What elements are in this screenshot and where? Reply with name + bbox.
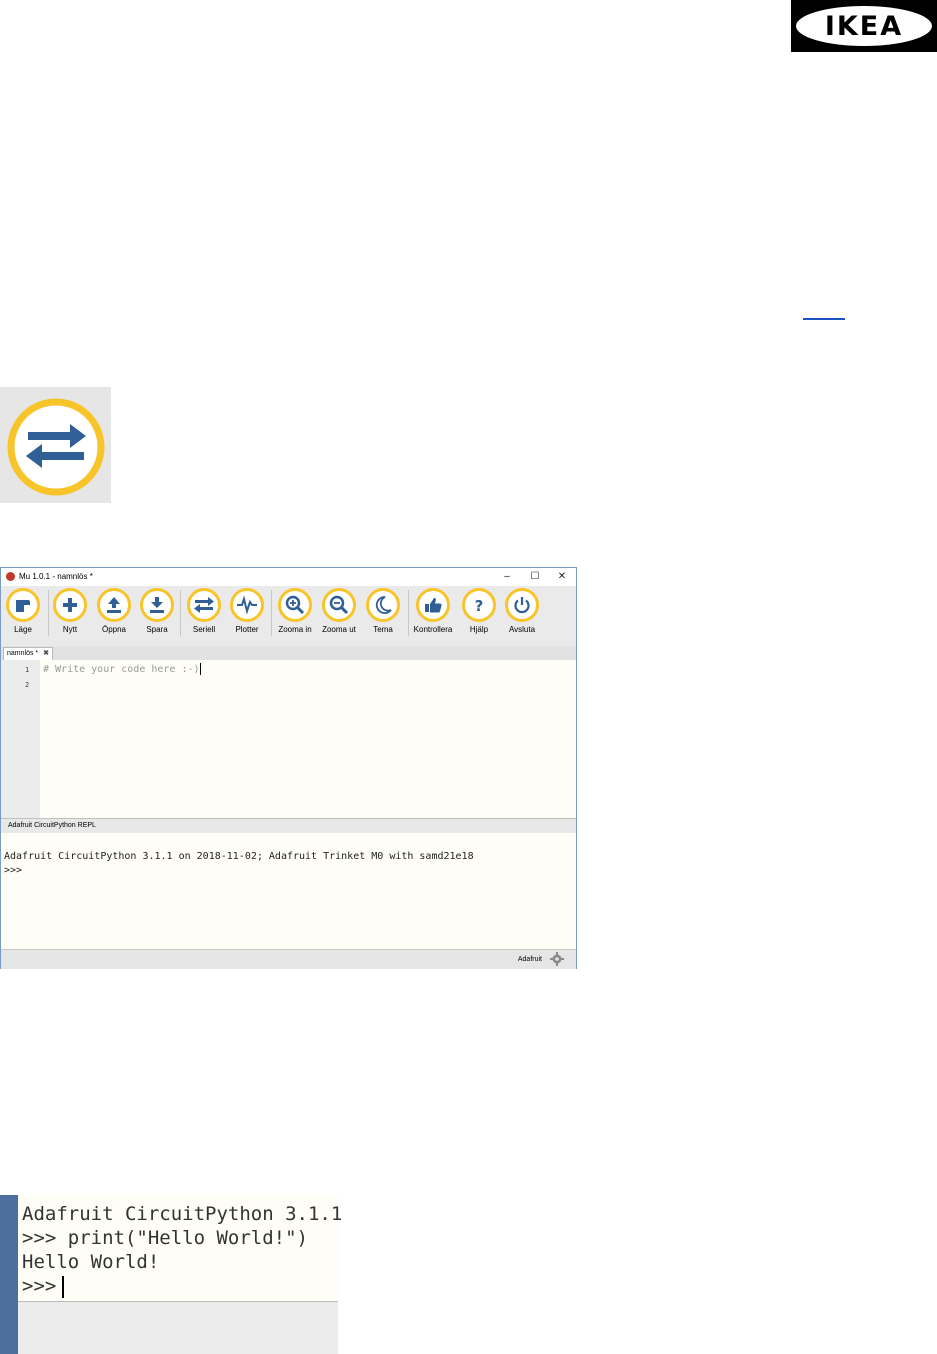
- serial-arrows-icon: [194, 597, 214, 613]
- toolbar-divider: [408, 590, 409, 636]
- download-icon: [150, 597, 164, 613]
- theme-button[interactable]: Tema: [361, 588, 405, 634]
- repl-prompt: >>>: [4, 865, 23, 876]
- code-text: # Write your code here :-): [43, 664, 200, 675]
- quit-label: Avsluta: [508, 625, 536, 634]
- mu-editor-window: Mu 1.0.1 - namnlös * – ☐ ✕ Läge Nytt Öpp…: [0, 567, 577, 969]
- open-button[interactable]: Öppna: [92, 588, 136, 634]
- new-label: Nytt: [62, 625, 78, 634]
- theme-label: Tema: [373, 625, 393, 634]
- line-number: 1: [25, 666, 30, 674]
- mode-icon: [16, 600, 30, 612]
- status-bar: Adafruit: [1, 949, 576, 969]
- plotter-button[interactable]: Plotter: [225, 588, 269, 634]
- gear-icon[interactable]: [550, 952, 564, 966]
- help-label: Hjälp: [469, 625, 489, 634]
- repl-console-zoomed[interactable]: Adafruit CircuitPython 3.1.1 >>> print("…: [18, 1195, 342, 1301]
- power-icon: [514, 597, 530, 614]
- mode-button[interactable]: Läge: [1, 588, 45, 634]
- status-bar: [18, 1301, 338, 1354]
- moon-icon: [375, 596, 392, 614]
- plotter-label: Plotter: [235, 625, 259, 634]
- link-underline[interactable]: [803, 318, 845, 320]
- repl-pane-title: Adafruit CircuitPython REPL: [1, 818, 576, 833]
- open-label: Öppna: [101, 625, 127, 634]
- thumbs-up-icon: [425, 597, 442, 613]
- close-button[interactable]: ✕: [551, 570, 573, 584]
- minimize-button[interactable]: –: [496, 570, 518, 584]
- help-button[interactable]: ? Hjälp: [457, 588, 501, 634]
- save-button[interactable]: Spara: [135, 588, 179, 634]
- svg-text:?: ?: [475, 597, 484, 615]
- text-caret: [199, 663, 201, 675]
- plus-icon: [63, 598, 77, 612]
- toolbar: Läge Nytt Öppna Spara Seriell Plotter Zo…: [1, 586, 576, 646]
- ikea-logo: IKEA: [791, 0, 937, 52]
- line-number: 2: [25, 681, 30, 689]
- window-title: Mu 1.0.1 - namnlös *: [19, 572, 93, 581]
- repl-input-line: >>> print("Hello World!"): [22, 1227, 308, 1249]
- repl-prompt-line: >>>: [22, 1275, 65, 1298]
- zoom-in-icon: [285, 595, 305, 615]
- serial-button-image: [0, 387, 111, 503]
- save-label: Spara: [146, 625, 168, 634]
- repl-zoomed-screenshot: Adafruit CircuitPython 3.1.1 >>> print("…: [0, 1195, 342, 1354]
- tab-bar: namnlös * ✖: [1, 646, 576, 661]
- repl-line: Adafruit CircuitPython 3.1.1 on 2018-11-…: [4, 851, 474, 862]
- serial-arrows-icon: [7, 398, 105, 496]
- tab-label: namnlös *: [7, 650, 39, 657]
- toolbar-divider: [180, 590, 181, 636]
- zoom-out-icon: [329, 595, 349, 615]
- code-editor[interactable]: 1 2 # Write your code here :-): [1, 660, 576, 818]
- pulse-icon: [237, 595, 257, 615]
- zoom-out-button[interactable]: Zooma ut: [317, 588, 361, 634]
- mode-label: Läge: [14, 625, 32, 634]
- code-line[interactable]: # Write your code here :-): [43, 663, 201, 675]
- check-label: Kontrollera: [413, 625, 453, 634]
- upload-icon: [107, 597, 121, 613]
- repl-prompt: >>>: [22, 1275, 57, 1297]
- question-icon: ?: [475, 597, 484, 615]
- repl-console[interactable]: Adafruit CircuitPython 3.1.1 on 2018-11-…: [1, 833, 576, 949]
- mu-logo-icon: [6, 572, 15, 581]
- maximize-button[interactable]: ☐: [524, 570, 546, 584]
- mode-indicator[interactable]: Adafruit: [518, 956, 542, 963]
- tab-untitled[interactable]: namnlös * ✖: [3, 647, 54, 661]
- text-caret: [62, 1275, 65, 1298]
- repl-output-line: Hello World!: [22, 1251, 160, 1273]
- zoom-in-label: Zooma in: [278, 625, 312, 634]
- repl-banner: Adafruit CircuitPython 3.1.1: [22, 1203, 343, 1225]
- serial-button[interactable]: Seriell: [182, 588, 226, 634]
- logo-text: IKEA: [824, 10, 904, 42]
- check-button[interactable]: Kontrollera: [411, 588, 455, 634]
- line-number-gutter: 1 2: [1, 660, 40, 818]
- new-button[interactable]: Nytt: [48, 588, 92, 634]
- zoom-in-button[interactable]: Zooma in: [273, 588, 317, 634]
- serial-label: Seriell: [192, 625, 216, 634]
- toolbar-divider: [271, 590, 272, 636]
- quit-button[interactable]: Avsluta: [500, 588, 544, 634]
- title-bar: Mu 1.0.1 - namnlös * – ☐ ✕: [1, 568, 576, 586]
- tab-close-icon[interactable]: ✖: [43, 650, 49, 657]
- zoom-out-label: Zooma ut: [322, 625, 356, 634]
